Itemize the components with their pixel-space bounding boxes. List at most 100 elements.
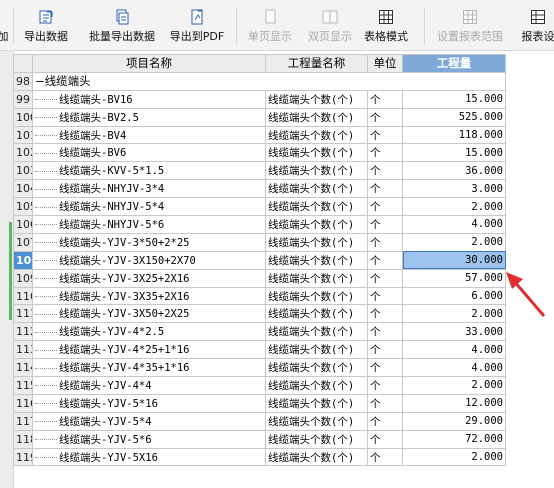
quantity-cell[interactable]: 29.000 bbox=[402, 411, 506, 431]
table-row[interactable]: 114 线缆端头-YJV-4*35+1*16 线缆端头个数(个)个4.000 bbox=[13, 358, 506, 378]
quantity-name-cell[interactable]: 线缆端头个数(个) bbox=[265, 393, 368, 413]
unit-cell[interactable]: 个 bbox=[367, 447, 403, 467]
item-name-cell[interactable]: 线缆端头-YJV-3X150+2X70 bbox=[32, 250, 266, 270]
quantity-name-cell[interactable]: 线缆端头个数(个) bbox=[265, 232, 368, 252]
toolbar-add-button[interactable]: 加 bbox=[0, 9, 10, 49]
quantity-name-cell[interactable]: 线缆端头个数(个) bbox=[265, 161, 368, 181]
quantity-name-cell[interactable]: 线缆端头个数(个) bbox=[265, 429, 368, 449]
unit-cell[interactable]: 个 bbox=[367, 376, 403, 395]
unit-cell[interactable]: 个 bbox=[367, 89, 403, 109]
quantity-cell[interactable]: 4.000 bbox=[402, 358, 506, 378]
table-row[interactable]: 100 线缆端头-BV2.5 线缆端头个数(个)个525.000 bbox=[13, 107, 506, 127]
export-data-button[interactable]: 导出数据 bbox=[20, 9, 72, 49]
unit-cell[interactable]: 个 bbox=[367, 286, 403, 306]
item-name-cell[interactable]: 线缆端头-BV6 bbox=[32, 143, 266, 163]
table-row[interactable]: 107 线缆端头-YJV-3*50+2*25 线缆端头个数(个)个2.000 bbox=[13, 232, 506, 252]
quantity-cell[interactable]: 2.000 bbox=[402, 232, 506, 252]
quantity-cell[interactable]: 15.000 bbox=[402, 143, 506, 163]
item-name-cell[interactable]: 线缆端头-YJV-4*35+1*16 bbox=[32, 358, 266, 378]
table-row[interactable]: 115 线缆端头-YJV-4*4 线缆端头个数(个)个2.000 bbox=[13, 376, 506, 395]
item-name-cell[interactable]: 线缆端头-YJV-5*16 bbox=[32, 393, 266, 413]
unit-cell[interactable]: 个 bbox=[367, 322, 403, 342]
unit-cell[interactable]: 个 bbox=[367, 411, 403, 431]
item-name-cell[interactable]: 线缆端头-YJV-4*25+1*16 bbox=[32, 340, 266, 360]
quantity-name-cell[interactable]: 线缆端头个数(个) bbox=[265, 197, 368, 217]
quantity-name-cell[interactable]: 线缆端头个数(个) bbox=[265, 322, 368, 342]
table-row[interactable]: 103 线缆端头-KVV-5*1.5 线缆端头个数(个)个36.000 bbox=[13, 161, 506, 181]
quantity-cell[interactable]: 72.000 bbox=[402, 429, 506, 449]
quantity-name-cell[interactable]: 线缆端头个数(个) bbox=[265, 125, 368, 145]
table-row[interactable]: 105 线缆端头-NHYJV-5*4 线缆端头个数(个)个2.000 bbox=[13, 197, 506, 217]
item-name-cell[interactable]: 线缆端头-YJV-4*4 bbox=[32, 376, 266, 395]
item-name-cell[interactable]: 线缆端头-BV16 bbox=[32, 89, 266, 109]
item-name-cell[interactable]: 线缆端头-NHYJV-5*4 bbox=[32, 197, 266, 217]
unit-cell[interactable]: 个 bbox=[367, 268, 403, 288]
quantity-name-cell[interactable]: 线缆端头个数(个) bbox=[265, 411, 368, 431]
quantity-name-cell[interactable]: 线缆端头个数(个) bbox=[265, 143, 368, 163]
item-name-cell[interactable]: 线缆端头-YJV-3X50+2X25 bbox=[32, 304, 266, 324]
table-row[interactable]: 99 线缆端头-BV16 线缆端头个数(个) 个 15.000 bbox=[13, 89, 506, 109]
quantity-cell[interactable]: 3.000 bbox=[402, 179, 506, 199]
item-name-cell[interactable]: 线缆端头-YJV-3X25+2X16 bbox=[32, 268, 266, 288]
unit-cell[interactable]: 个 bbox=[367, 125, 403, 145]
table-row[interactable]: 112 线缆端头-YJV-4*2.5 线缆端头个数(个)个33.000 bbox=[13, 322, 506, 342]
unit-cell[interactable]: 个 bbox=[367, 179, 403, 199]
unit-cell[interactable]: 个 bbox=[367, 143, 403, 163]
unit-cell[interactable]: 个 bbox=[367, 215, 403, 234]
quantity-name-cell[interactable]: 线缆端头个数(个) bbox=[265, 107, 368, 127]
table-row[interactable]: 117 线缆端头-YJV-5*4 线缆端头个数(个)个29.000 bbox=[13, 411, 506, 431]
column-header-unit[interactable]: 单位 bbox=[367, 54, 403, 73]
table-row[interactable]: 119 线缆端头-YJV-5X16 线缆端头个数(个)个2.000 bbox=[13, 447, 506, 467]
unit-cell[interactable]: 个 bbox=[367, 232, 403, 252]
table-row[interactable]: 109 线缆端头-YJV-3X25+2X16 线缆端头个数(个)个57.000 bbox=[13, 268, 506, 288]
quantity-name-cell[interactable]: 线缆端头个数(个) bbox=[265, 304, 368, 324]
unit-cell[interactable]: 个 bbox=[367, 304, 403, 324]
quantity-name-cell[interactable]: 线缆端头个数(个) bbox=[265, 215, 368, 234]
unit-cell[interactable]: 个 bbox=[367, 197, 403, 217]
quantity-name-cell[interactable]: 线缆端头个数(个) bbox=[265, 286, 368, 306]
quantity-cell[interactable]: 33.000 bbox=[402, 322, 506, 342]
item-name-cell[interactable]: 线缆端头-YJV-5*6 bbox=[32, 429, 266, 449]
item-name-cell[interactable]: 线缆端头-YJV-3X35+2X16 bbox=[32, 286, 266, 306]
quantity-name-cell[interactable]: 线缆端头个数(个) bbox=[265, 447, 368, 467]
unit-cell[interactable]: 个 bbox=[367, 161, 403, 181]
table-row[interactable]: 101 线缆端头-BV4 线缆端头个数(个)个118.000 bbox=[13, 125, 506, 145]
quantity-cell[interactable]: 2.000 bbox=[402, 197, 506, 217]
quantity-cell[interactable]: 4.000 bbox=[402, 215, 506, 234]
table-row[interactable]: 104 线缆端头-NHYJV-3*4 线缆端头个数(个)个3.000 bbox=[13, 179, 506, 199]
table-row[interactable]: 102 线缆端头-BV6 线缆端头个数(个)个15.000 bbox=[13, 143, 506, 163]
quantity-cell[interactable]: 36.000 bbox=[402, 161, 506, 181]
set-report-range-button[interactable]: 设置报表范围 bbox=[432, 9, 508, 49]
quantity-name-cell[interactable]: 线缆端头个数(个) bbox=[265, 268, 368, 288]
unit-cell[interactable]: 个 bbox=[367, 250, 403, 270]
unit-cell[interactable]: 个 bbox=[367, 429, 403, 449]
quantity-name-cell[interactable]: 线缆端头个数(个) bbox=[265, 250, 368, 270]
table-row[interactable]: 118 线缆端头-YJV-5*6 线缆端头个数(个)个72.000 bbox=[13, 429, 506, 449]
quantity-name-cell[interactable]: 线缆端头个数(个) bbox=[265, 340, 368, 360]
quantity-cell[interactable]: 2.000 bbox=[402, 376, 506, 395]
report-settings-button[interactable]: 报表设 bbox=[512, 9, 554, 49]
quantity-cell[interactable]: 2.000 bbox=[402, 447, 506, 467]
item-name-cell[interactable]: 线缆端头-YJV-3*50+2*25 bbox=[32, 232, 266, 252]
unit-cell[interactable]: 个 bbox=[367, 358, 403, 378]
column-header-quantity[interactable]: 工程量 bbox=[402, 54, 506, 73]
table-row[interactable]: 110 线缆端头-YJV-3X35+2X16 线缆端头个数(个)个6.000 bbox=[13, 286, 506, 306]
single-page-button[interactable]: 单页显示 bbox=[244, 9, 296, 49]
quantity-name-cell[interactable]: 线缆端头个数(个) bbox=[265, 89, 368, 109]
item-name-cell[interactable]: 线缆端头-NHYJV-5*6 bbox=[32, 215, 266, 234]
item-name-cell[interactable]: 线缆端头-KVV-5*1.5 bbox=[32, 161, 266, 181]
item-name-cell[interactable]: 线缆端头-NHYJV-3*4 bbox=[32, 179, 266, 199]
batch-export-button[interactable]: 批量导出数据 bbox=[84, 9, 160, 49]
item-name-cell[interactable]: 线缆端头-BV4 bbox=[32, 125, 266, 145]
table-mode-button[interactable]: 表格模式 bbox=[360, 9, 412, 49]
quantity-cell[interactable]: 118.000 bbox=[402, 125, 506, 145]
export-pdf-button[interactable]: 导出到PDF bbox=[166, 9, 228, 49]
collapse-toggle-icon[interactable]: − bbox=[35, 74, 45, 88]
double-page-button[interactable]: 双页显示 bbox=[304, 9, 356, 49]
group-row[interactable]: 98 −线缆端头 bbox=[13, 71, 506, 91]
quantity-cell[interactable]: 15.000 bbox=[402, 89, 506, 109]
item-name-cell[interactable]: 线缆端头-YJV-5*4 bbox=[32, 411, 266, 431]
unit-cell[interactable]: 个 bbox=[367, 340, 403, 360]
quantity-cell[interactable]: 4.000 bbox=[402, 340, 506, 360]
quantity-name-cell[interactable]: 线缆端头个数(个) bbox=[265, 179, 368, 199]
